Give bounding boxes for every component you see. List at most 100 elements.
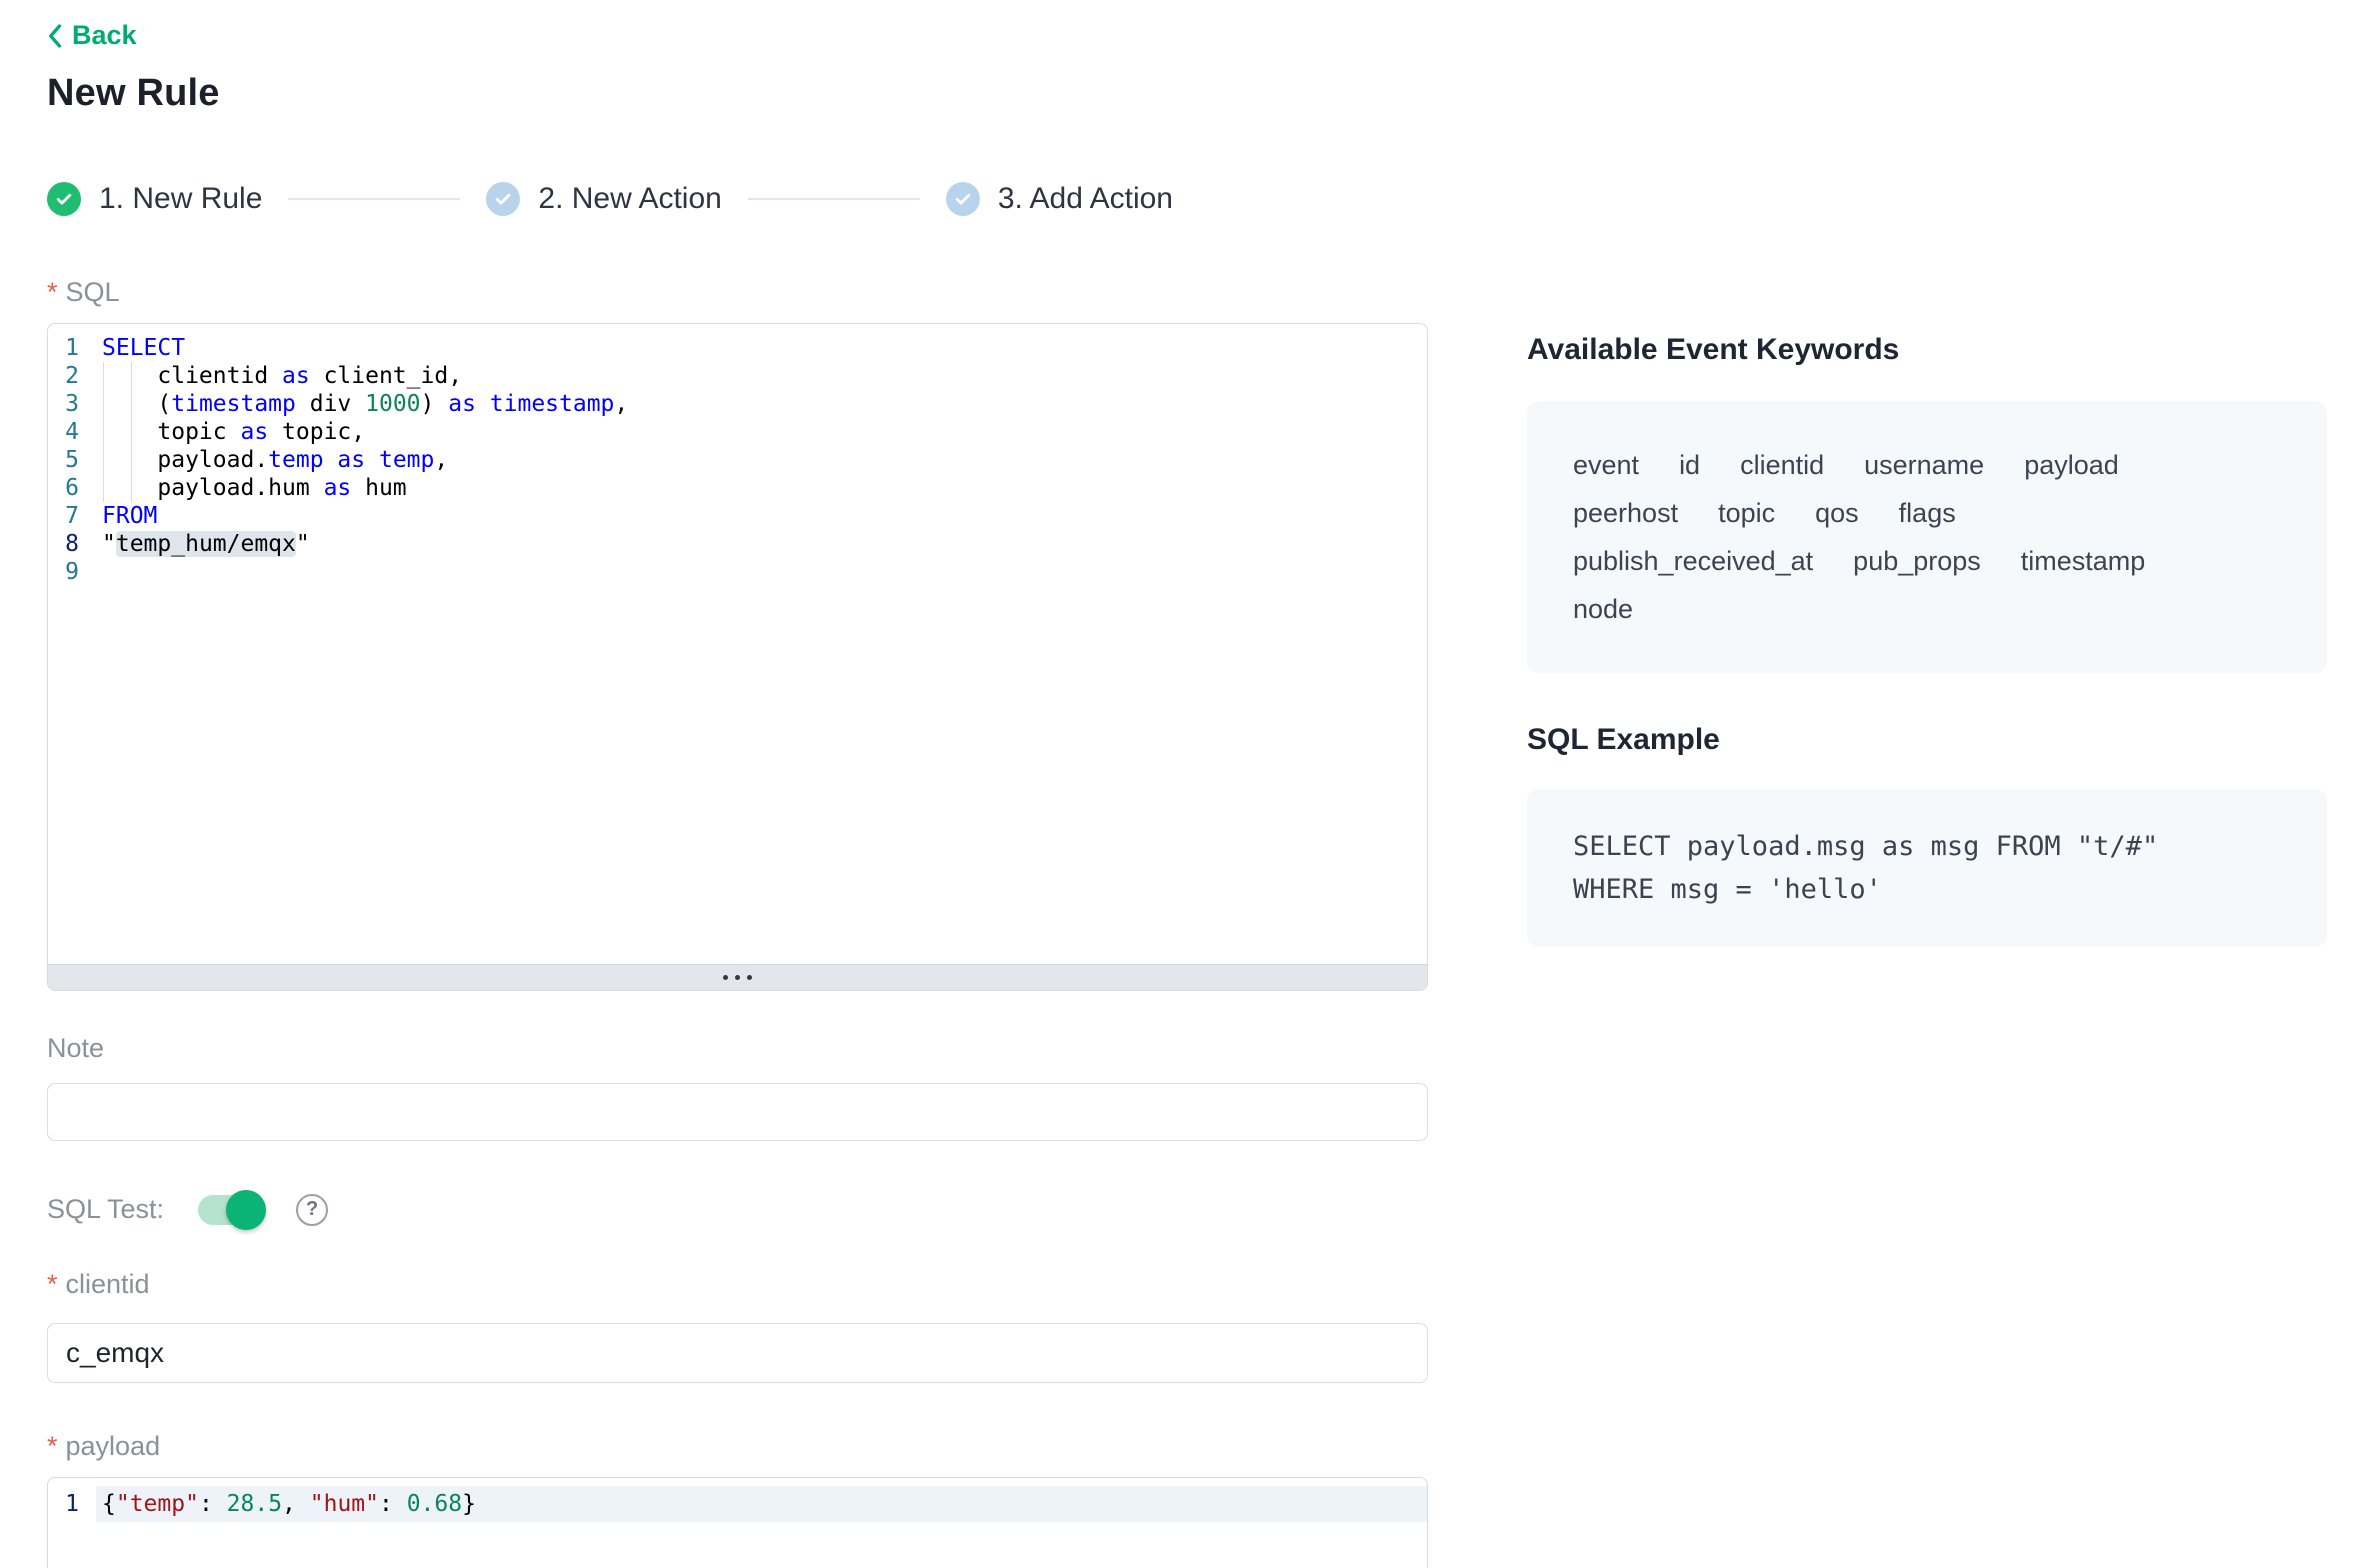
payload-code-area[interactable]: 1{"temp": 28.5, "hum": 0.68} <box>48 1478 1427 1522</box>
sql-test-toggle[interactable] <box>198 1195 262 1225</box>
toggle-knob <box>226 1190 266 1230</box>
side-column: Available Event Keywords eventid clientid… <box>1527 333 2327 947</box>
line-content: clientid as client_id, <box>96 362 1427 390</box>
indent-guide <box>103 474 104 502</box>
line-content: (timestamp div 1000) as timestamp, <box>96 390 1427 418</box>
required-asterisk: * <box>47 1431 58 1462</box>
indent-guide <box>103 418 104 446</box>
line-number: 2 <box>48 362 96 390</box>
keyword-row: publish_received_at pub_props timestamp <box>1573 537 2281 585</box>
required-asterisk: * <box>47 277 58 308</box>
line-content: SELECT <box>96 334 1427 362</box>
code-line: 8"temp_hum/emqx" <box>48 530 1427 558</box>
event-keyword: pub_props <box>1853 537 1981 585</box>
help-icon[interactable]: ? <box>296 1194 328 1226</box>
line-content: payload.hum as hum <box>96 474 1427 502</box>
step-label: 3. Add Action <box>998 182 1173 216</box>
line-content: {"temp": 28.5, "hum": 0.68} <box>96 1486 1427 1522</box>
sql-example-line: SELECT payload.msg as msg FROM "t/#" <box>1573 825 2281 868</box>
line-number: 8 <box>48 530 96 558</box>
line-content <box>96 558 1427 586</box>
step-label: 1. New Rule <box>99 182 262 216</box>
note-input[interactable] <box>47 1083 1428 1141</box>
required-asterisk: * <box>47 1269 58 1300</box>
indent-guide <box>103 362 104 390</box>
code-line: 4 topic as topic, <box>48 418 1427 446</box>
event-keyword: username <box>1864 441 1984 489</box>
indent-guide <box>131 418 132 446</box>
main-column: Back New Rule 1. New Rule 2. New Action <box>47 20 1428 1568</box>
sql-test-row: SQL Test: ? <box>47 1189 1428 1231</box>
sql-editor[interactable]: 1SELECT2 clientid as client_id,3 (timest… <box>47 323 1428 991</box>
line-content: payload.temp as temp, <box>96 446 1427 474</box>
code-line: 5 payload.temp as temp, <box>48 446 1427 474</box>
indent-guide <box>103 446 104 474</box>
event-keyword: topic <box>1718 489 1775 537</box>
line-number: 6 <box>48 474 96 502</box>
line-content: "temp_hum/emqx" <box>96 530 1427 558</box>
step-check-icon <box>946 182 980 216</box>
sql-field-label: * SQL <box>47 277 1428 309</box>
ellipsis-icon <box>735 975 740 980</box>
new-rule-page: Back New Rule 1. New Rule 2. New Action <box>0 0 2356 1568</box>
event-keyword: peerhost <box>1573 489 1678 537</box>
event-keyword: payload <box>2024 441 2119 489</box>
sql-code-area[interactable]: 1SELECT2 clientid as client_id,3 (timest… <box>48 324 1427 964</box>
event-keyword: timestamp <box>2021 537 2146 585</box>
code-line: 2 clientid as client_id, <box>48 362 1427 390</box>
sql-example-title: SQL Example <box>1527 723 2327 757</box>
clientid-input[interactable] <box>47 1323 1428 1383</box>
event-keyword: id <box>1679 441 1700 489</box>
keyword-row: node <box>1573 585 2281 633</box>
code-line: 3 (timestamp div 1000) as timestamp, <box>48 390 1427 418</box>
chevron-left-icon <box>47 23 62 49</box>
step-check-icon <box>47 182 81 216</box>
sql-test-label: SQL Test: <box>47 1194 164 1225</box>
payload-field-label: * payload <box>47 1431 1428 1463</box>
line-number: 9 <box>48 558 96 586</box>
step-item-3: 3. Add Action <box>946 182 1173 216</box>
indent-guide <box>131 390 132 418</box>
stepper: 1. New Rule 2. New Action 3. Add Action <box>47 181 1428 217</box>
editor-resize-handle[interactable] <box>48 964 1427 990</box>
keywords-title: Available Event Keywords <box>1527 333 2327 367</box>
line-number: 3 <box>48 390 96 418</box>
line-number: 4 <box>48 418 96 446</box>
line-number: 1 <box>48 334 96 362</box>
step-connector <box>748 198 920 200</box>
ellipsis-icon <box>747 975 752 980</box>
ellipsis-icon <box>723 975 728 980</box>
code-line: 7FROM <box>48 502 1427 530</box>
code-line: 1SELECT <box>48 334 1427 362</box>
step-connector <box>288 198 460 200</box>
step-check-icon <box>486 182 520 216</box>
code-line: 6 payload.hum as hum <box>48 474 1427 502</box>
event-keyword: event <box>1573 441 1639 489</box>
event-keyword: qos <box>1815 489 1859 537</box>
clientid-field-label: * clientid <box>47 1269 1428 1301</box>
code-line: 1{"temp": 28.5, "hum": 0.68} <box>48 1486 1427 1522</box>
sql-example-card: SELECT payload.msg as msg FROM "t/#"WHER… <box>1527 789 2327 947</box>
indent-guide <box>131 362 132 390</box>
payload-editor[interactable]: 1{"temp": 28.5, "hum": 0.68} <box>47 1477 1428 1568</box>
line-content: FROM <box>96 502 1427 530</box>
indent-guide <box>131 446 132 474</box>
sql-example-line: WHERE msg = 'hello' <box>1573 868 2281 911</box>
indent-guide <box>131 474 132 502</box>
event-keyword: clientid <box>1740 441 1824 489</box>
event-keyword: publish_received_at <box>1573 537 1813 585</box>
keyword-row: peerhost topic qos flags <box>1573 489 2281 537</box>
keywords-card: eventid clientid username payload peerhost to… <box>1527 401 2327 673</box>
event-keyword: flags <box>1899 489 1956 537</box>
page-title: New Rule <box>47 72 1428 115</box>
keyword-row: eventid clientid username payload <box>1573 441 2281 489</box>
step-item-1: 1. New Rule <box>47 182 262 216</box>
step-label: 2. New Action <box>538 182 721 216</box>
step-item-2: 2. New Action <box>486 182 721 216</box>
back-link[interactable]: Back <box>47 20 137 51</box>
line-content: topic as topic, <box>96 418 1427 446</box>
event-keyword: node <box>1573 585 1633 633</box>
indent-guide <box>103 390 104 418</box>
note-field-label: Note <box>47 1033 1428 1065</box>
line-number: 5 <box>48 446 96 474</box>
